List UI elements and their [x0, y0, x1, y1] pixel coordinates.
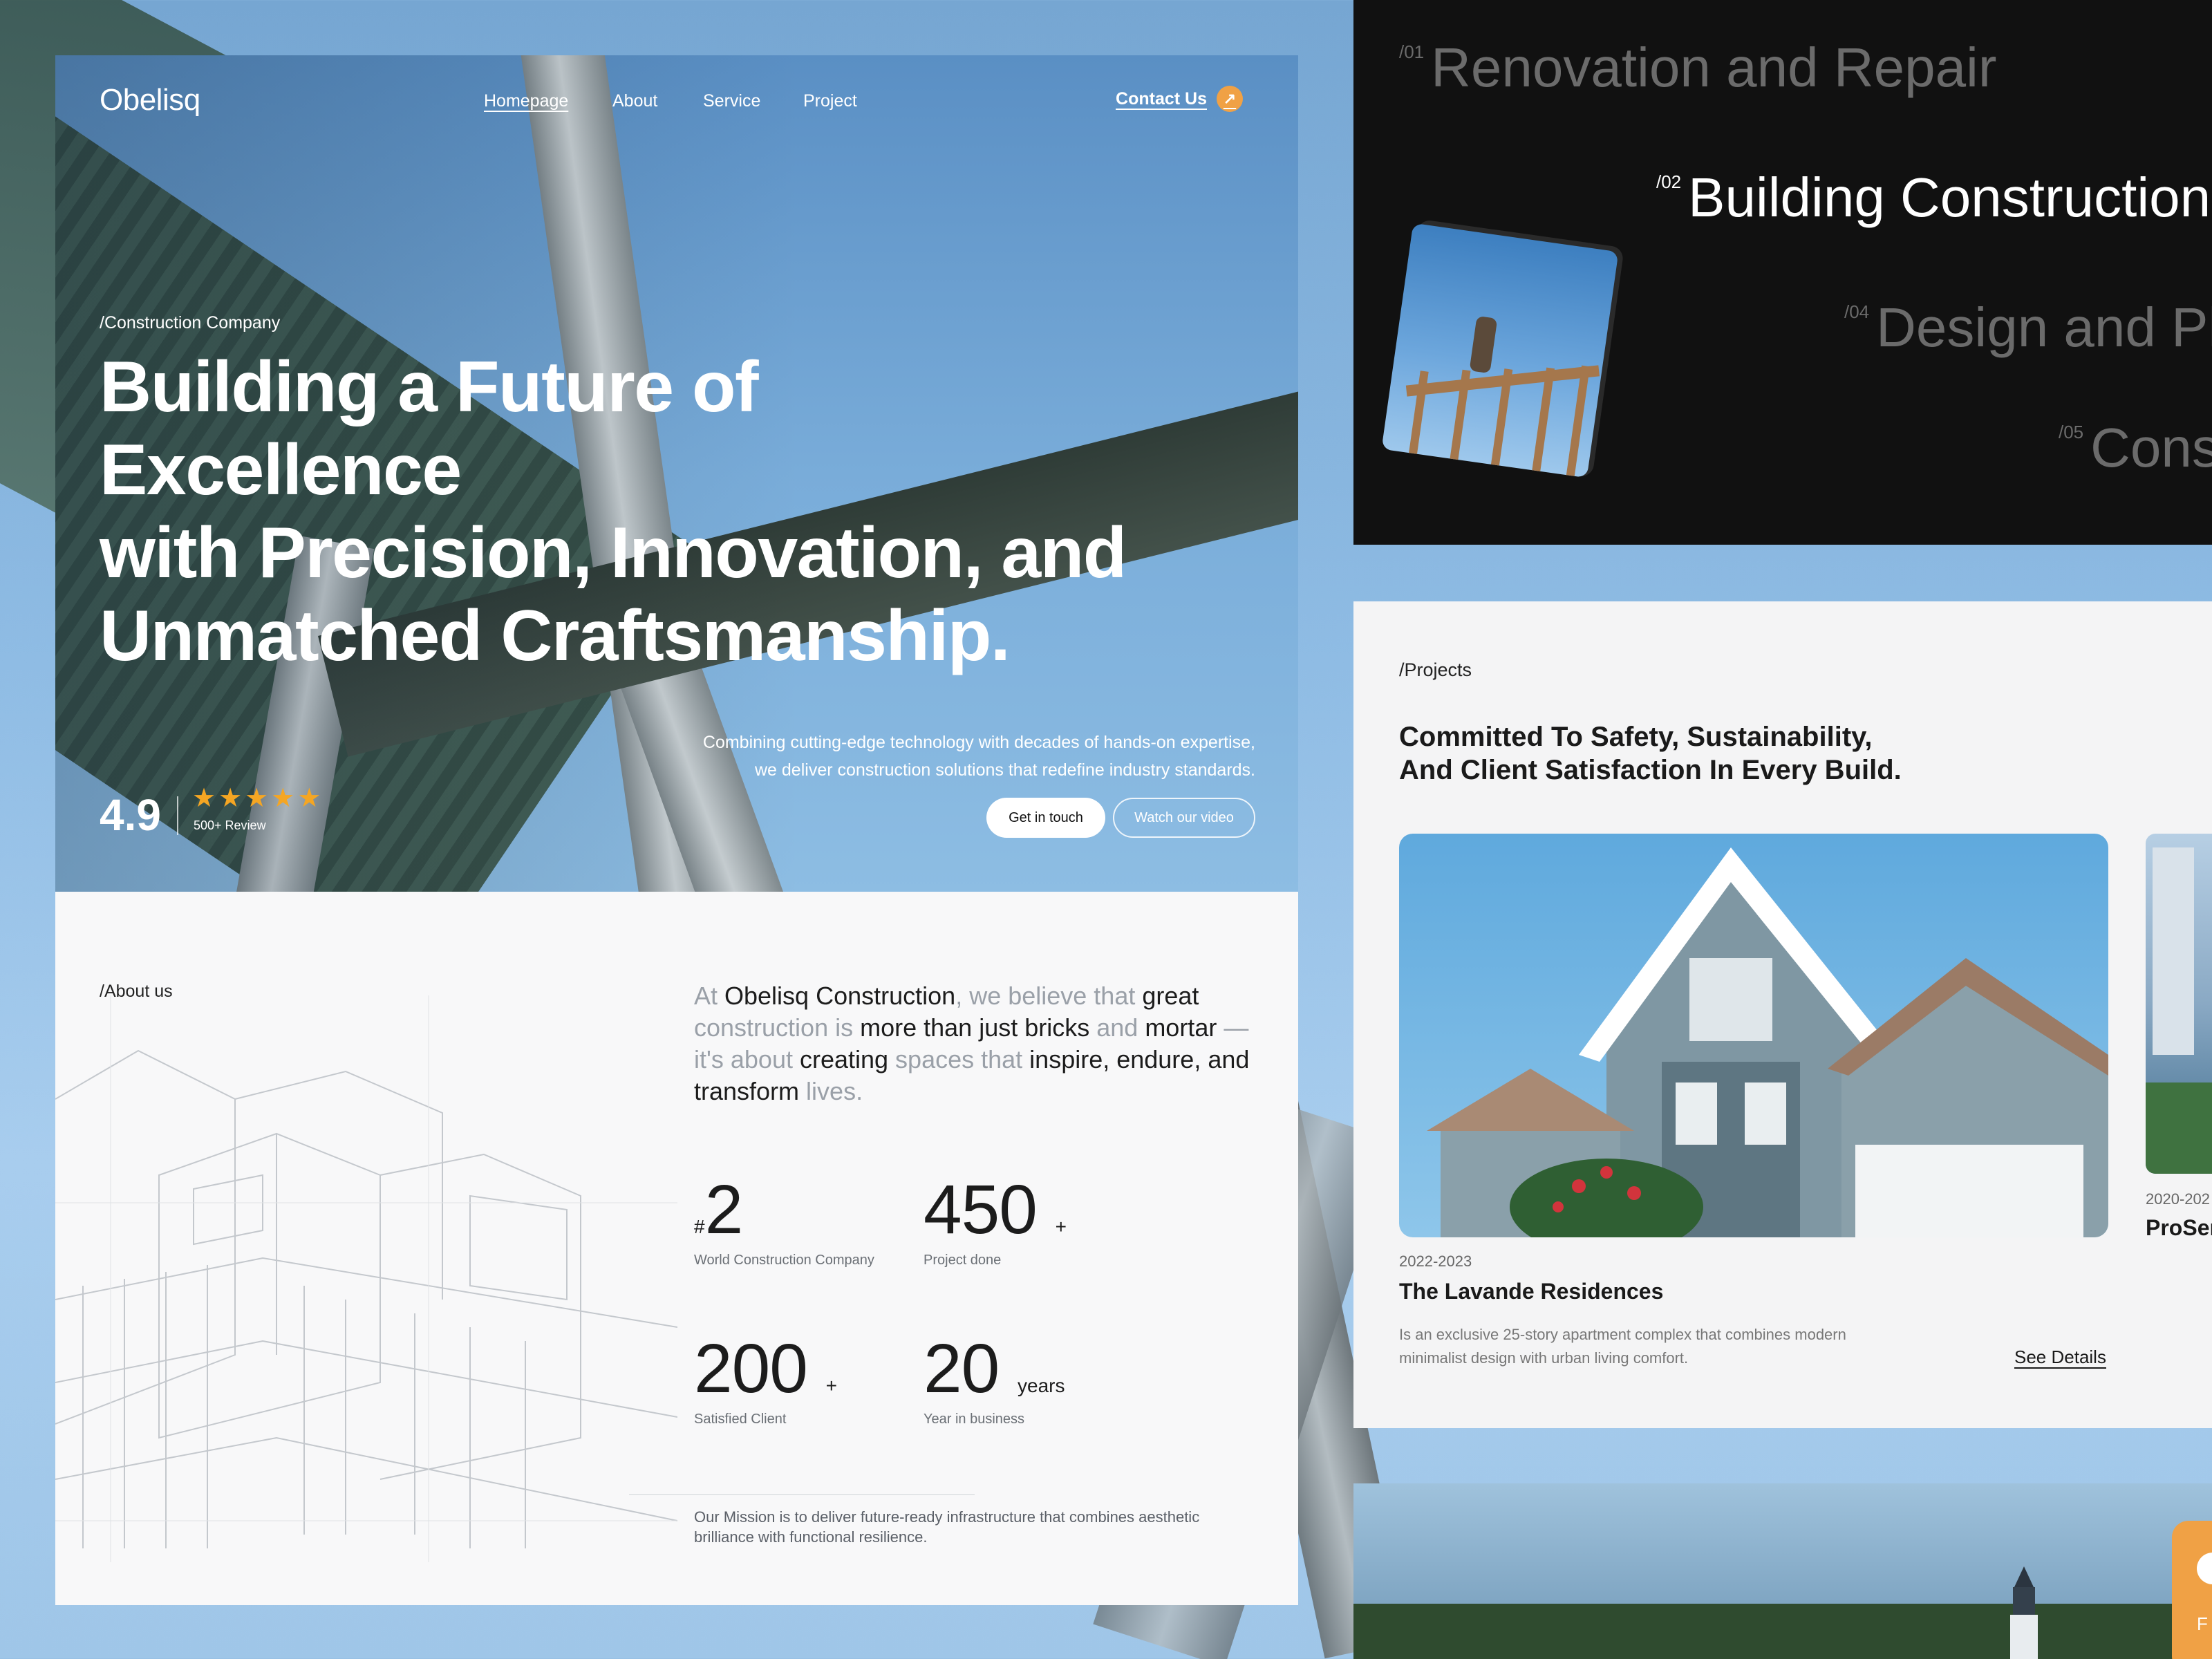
photo-beam	[1530, 367, 1555, 478]
stat-suffix: +	[825, 1375, 838, 1396]
project-years: 2022-2023	[1399, 1253, 1472, 1270]
rating-divider	[177, 796, 178, 835]
stat-suffix: years	[1018, 1375, 1065, 1396]
building-sketch-illustration	[55, 995, 677, 1562]
projects-heading-line: And Client Satisfaction In Every Build.	[1399, 755, 1902, 785]
hero-headline-line: with Precision, Innovation, and	[100, 513, 1127, 593]
stat-suffix: +	[1055, 1216, 1067, 1237]
projects-heading: Committed To Safety, Sustainability, And…	[1399, 720, 2021, 787]
service-item-design[interactable]: /04 Design and Pl	[1844, 296, 2212, 359]
hero-subtitle-line: Combining cutting-edge technology with d…	[702, 733, 1255, 752]
mission-statement: Our Mission is to deliver future-ready i…	[694, 1508, 1200, 1546]
brand-logo[interactable]: Obelisq	[100, 83, 200, 118]
project-title[interactable]: The Lavande Residences	[1399, 1279, 1663, 1304]
floating-label: F	[2197, 1613, 2208, 1634]
projects-tag: /Projects	[1399, 659, 1472, 680]
stat-value: 2	[704, 1171, 744, 1248]
quote-segment: creating	[799, 1045, 896, 1074]
reviews-count: 500+ Review	[194, 818, 266, 832]
tree-line-image	[1353, 1604, 2212, 1659]
project-title[interactable]: ProSer	[2146, 1215, 2212, 1241]
stat-label: Project done	[924, 1253, 1002, 1268]
project-description: Is an exclusive 25-story apartment compl…	[1399, 1326, 1846, 1367]
quote-segment: Obelisq Construction	[724, 982, 956, 1010]
star-icon: ★	[218, 784, 245, 813]
tower-shape	[2153, 847, 2194, 1055]
stat-value: 450	[924, 1171, 1038, 1248]
quote-segment: spaces that	[895, 1045, 1030, 1074]
nav-item-project[interactable]: Project	[803, 91, 857, 111]
service-label: Design and Pl	[1876, 297, 2212, 358]
nav-item-service[interactable]: Service	[703, 91, 760, 111]
watch-video-button[interactable]: Watch our video	[1113, 798, 1255, 838]
quote-segment: lives.	[806, 1077, 863, 1105]
next-section-preview	[1353, 1483, 2212, 1659]
hero-headline: Building a Future of Excellence with Pre…	[100, 346, 1136, 677]
quote-segment: , we believe that	[955, 982, 1143, 1010]
stat-value: 20	[924, 1330, 1000, 1407]
house-illustration	[1427, 847, 2108, 1237]
quote-segment: great	[1142, 982, 1199, 1010]
projects-heading-line: Committed To Safety, Sustainability,	[1399, 722, 1873, 752]
service-number: /02	[1656, 171, 1682, 192]
star-icon: ★	[271, 784, 298, 813]
service-photo-framing-worker	[1381, 223, 1619, 478]
hero-section: Obelisq Homepage About Service Project C…	[55, 55, 1298, 892]
service-label: Building Construction	[1688, 167, 2211, 228]
photo-worker	[1469, 315, 1498, 374]
trees-shape	[2146, 1082, 2212, 1174]
nav-item-about[interactable]: About	[612, 91, 657, 111]
service-item-renovation[interactable]: /01 Renovation and Repair	[1399, 36, 1996, 100]
about-quote: At Obelisq Construction, we believe that…	[694, 980, 1261, 1107]
project-years: 2020-202	[2146, 1190, 2210, 1208]
stat-years: 20 years	[924, 1334, 1065, 1421]
stat-value: 200	[694, 1330, 808, 1407]
projects-panel: /Projects Committed To Safety, Sustainab…	[1353, 601, 2212, 1428]
nav-item-homepage[interactable]: Homepage	[484, 91, 568, 111]
service-number: /01	[1399, 41, 1425, 62]
rating-stars: ★★★★★	[192, 782, 324, 814]
stat-prefix: #	[694, 1216, 705, 1237]
service-label: Cons	[2090, 417, 2212, 478]
stat-label: World Construction Company	[694, 1253, 874, 1268]
stat-rank: #2	[694, 1175, 743, 1262]
lighthouse-illustration	[2010, 1566, 2038, 1659]
contact-us-label: Contact Us	[1116, 88, 1207, 109]
get-in-touch-button[interactable]: Get in touch	[986, 798, 1105, 838]
see-details-link[interactable]: See Details	[2014, 1347, 2106, 1368]
stat-label: Year in business	[924, 1412, 1025, 1427]
star-icon: ★	[192, 784, 219, 813]
quote-segment: mortar	[1145, 1013, 1224, 1042]
service-item-building-construction[interactable]: /02 Building Construction	[1656, 166, 2211, 229]
service-label: Renovation and Repair	[1431, 37, 1997, 98]
hero-headline-line: Building a Future of Excellence	[100, 347, 759, 510]
stat-projects: 450 +	[924, 1175, 1067, 1262]
floating-action-button[interactable]	[2172, 1521, 2212, 1659]
star-icon: ★	[297, 784, 324, 813]
quote-segment: more than just bricks	[860, 1013, 1097, 1042]
about-section: /About us At Obelisq Construction, we be…	[55, 892, 1298, 1605]
photo-beam	[1564, 365, 1591, 478]
contact-us-link[interactable]: Contact Us ↗	[1116, 86, 1243, 112]
stat-label: Satisfied Client	[694, 1412, 787, 1427]
stat-clients: 200 +	[694, 1334, 837, 1421]
hero-subtitle-line: we deliver construction solutions that r…	[755, 760, 1255, 780]
project-image-proser[interactable]	[2146, 834, 2212, 1174]
services-panel: /01 Renovation and Repair /02 Building Con…	[1353, 0, 2212, 545]
mission-divider	[629, 1494, 975, 1495]
arrow-up-right-icon: ↗	[1217, 86, 1243, 112]
quote-segment: At	[694, 982, 725, 1010]
rating-value: 4.9	[100, 790, 161, 840]
quote-segment: and	[1096, 1013, 1145, 1042]
quote-segment: construction is	[694, 1013, 861, 1042]
hero-eyebrow: /Construction Company	[100, 313, 281, 332]
service-number: /05	[2059, 422, 2084, 442]
star-icon: ★	[245, 784, 272, 813]
service-item-cons[interactable]: /05 Cons	[2059, 416, 2212, 480]
service-number: /04	[1844, 301, 1870, 322]
hero-headline-line: Unmatched Craftsmanship.	[100, 596, 1011, 676]
project-image-lavande-residences[interactable]	[1399, 834, 2108, 1237]
hero-subtitle: Combining cutting-edge technology with d…	[633, 729, 1255, 784]
